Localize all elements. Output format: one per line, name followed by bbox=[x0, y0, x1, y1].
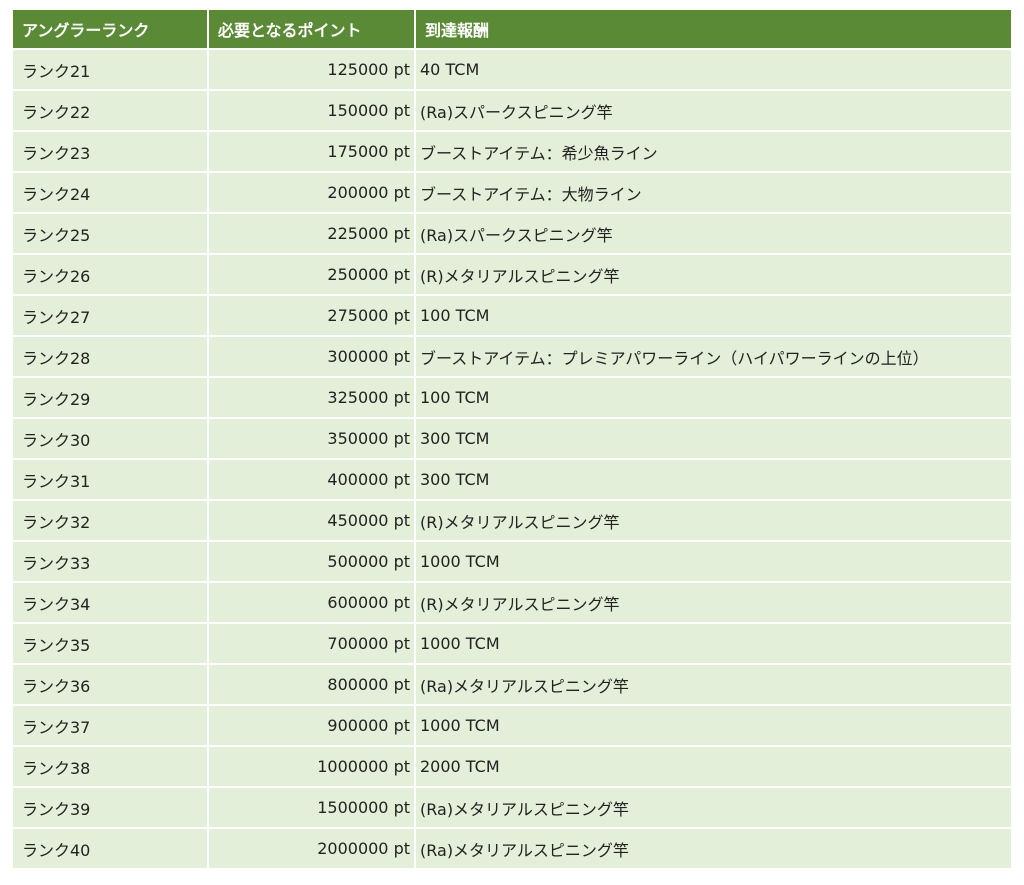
table-row: ランク34 600000 pt (R)メタリアルスピニング竿 bbox=[13, 581, 1011, 623]
points-cell: 400000 pt bbox=[208, 458, 416, 500]
rank-cell: ランク35 bbox=[13, 622, 209, 664]
reward-cell: 300 TCM bbox=[415, 417, 1011, 459]
rank-cell: ランク33 bbox=[13, 540, 209, 582]
rank-cell: ランク38 bbox=[13, 745, 209, 787]
points-cell: 1000000 pt bbox=[208, 745, 416, 787]
points-cell: 275000 pt bbox=[208, 294, 416, 336]
rank-cell: ランク30 bbox=[13, 417, 209, 459]
reward-cell: (R)メタリアルスピニング竿 bbox=[415, 581, 1011, 623]
points-cell: 500000 pt bbox=[208, 540, 416, 582]
points-cell: 200000 pt bbox=[208, 171, 416, 213]
header-rank: アングラーランク bbox=[13, 10, 209, 49]
reward-cell: (Ra)メタリアルスピニング竿 bbox=[415, 786, 1011, 828]
rank-cell: ランク34 bbox=[13, 581, 209, 623]
table-row: ランク24 200000 pt ブーストアイテム：大物ライン bbox=[13, 171, 1011, 213]
points-cell: 450000 pt bbox=[208, 499, 416, 541]
table-row: ランク29 325000 pt 100 TCM bbox=[13, 376, 1011, 418]
table-row: ランク38 1000000 pt 2000 TCM bbox=[13, 745, 1011, 787]
rank-cell: ランク27 bbox=[13, 294, 209, 336]
reward-cell: 100 TCM bbox=[415, 376, 1011, 418]
reward-cell: (Ra)メタリアルスピニング竿 bbox=[415, 663, 1011, 705]
rank-cell: ランク22 bbox=[13, 89, 209, 131]
reward-cell: ブーストアイテム：希少魚ライン bbox=[415, 130, 1011, 172]
reward-cell: 100 TCM bbox=[415, 294, 1011, 336]
header-points: 必要となるポイント bbox=[208, 10, 416, 49]
reward-cell: 40 TCM bbox=[415, 48, 1011, 90]
rank-reward-table: アングラーランク 必要となるポイント 到達報酬 ランク21 125000 pt … bbox=[13, 10, 1011, 868]
table-row: ランク25 225000 pt (Ra)スパークスピニング竿 bbox=[13, 212, 1011, 254]
rank-cell: ランク29 bbox=[13, 376, 209, 418]
table-row: ランク40 2000000 pt (Ra)メタリアルスピニング竿 bbox=[13, 827, 1011, 868]
reward-cell: 1000 TCM bbox=[415, 540, 1011, 582]
header-reward: 到達報酬 bbox=[415, 10, 1011, 49]
points-cell: 350000 pt bbox=[208, 417, 416, 459]
reward-cell: (Ra)メタリアルスピニング竿 bbox=[415, 827, 1011, 868]
points-cell: 300000 pt bbox=[208, 335, 416, 377]
rank-cell: ランク36 bbox=[13, 663, 209, 705]
table-row: ランク23 175000 pt ブーストアイテム：希少魚ライン bbox=[13, 130, 1011, 172]
rank-cell: ランク21 bbox=[13, 48, 209, 90]
reward-cell: 1000 TCM bbox=[415, 704, 1011, 746]
reward-cell: (Ra)スパークスピニング竿 bbox=[415, 89, 1011, 131]
table-row: ランク36 800000 pt (Ra)メタリアルスピニング竿 bbox=[13, 663, 1011, 705]
points-cell: 150000 pt bbox=[208, 89, 416, 131]
rank-cell: ランク32 bbox=[13, 499, 209, 541]
reward-cell: (R)メタリアルスピニング竿 bbox=[415, 499, 1011, 541]
reward-cell: 2000 TCM bbox=[415, 745, 1011, 787]
rank-cell: ランク23 bbox=[13, 130, 209, 172]
table-row: ランク32 450000 pt (R)メタリアルスピニング竿 bbox=[13, 499, 1011, 541]
table-row: ランク39 1500000 pt (Ra)メタリアルスピニング竿 bbox=[13, 786, 1011, 828]
reward-cell: 1000 TCM bbox=[415, 622, 1011, 664]
reward-cell: ブーストアイテム：大物ライン bbox=[415, 171, 1011, 213]
rank-cell: ランク26 bbox=[13, 253, 209, 295]
points-cell: 900000 pt bbox=[208, 704, 416, 746]
points-cell: 600000 pt bbox=[208, 581, 416, 623]
points-cell: 2000000 pt bbox=[208, 827, 416, 868]
table-row: ランク35 700000 pt 1000 TCM bbox=[13, 622, 1011, 664]
rank-reward-table-container: アングラーランク 必要となるポイント 到達報酬 ランク21 125000 pt … bbox=[13, 10, 1011, 868]
points-cell: 800000 pt bbox=[208, 663, 416, 705]
rank-cell: ランク25 bbox=[13, 212, 209, 254]
points-cell: 250000 pt bbox=[208, 253, 416, 295]
reward-cell: ブーストアイテム：プレミアパワーライン（ハイパワーラインの上位） bbox=[415, 335, 1011, 377]
table-row: ランク27 275000 pt 100 TCM bbox=[13, 294, 1011, 336]
rank-cell: ランク31 bbox=[13, 458, 209, 500]
reward-cell: 300 TCM bbox=[415, 458, 1011, 500]
points-cell: 225000 pt bbox=[208, 212, 416, 254]
reward-cell: (Ra)スパークスピニング竿 bbox=[415, 212, 1011, 254]
rank-cell: ランク24 bbox=[13, 171, 209, 213]
table-row: ランク30 350000 pt 300 TCM bbox=[13, 417, 1011, 459]
table-body: ランク21 125000 pt 40 TCM ランク22 150000 pt (… bbox=[13, 48, 1011, 868]
header-row: アングラーランク 必要となるポイント 到達報酬 bbox=[13, 10, 1011, 49]
rank-cell: ランク37 bbox=[13, 704, 209, 746]
table-row: ランク37 900000 pt 1000 TCM bbox=[13, 704, 1011, 746]
table-row: ランク22 150000 pt (Ra)スパークスピニング竿 bbox=[13, 89, 1011, 131]
reward-cell: (R)メタリアルスピニング竿 bbox=[415, 253, 1011, 295]
table-row: ランク31 400000 pt 300 TCM bbox=[13, 458, 1011, 500]
rank-cell: ランク39 bbox=[13, 786, 209, 828]
table-row: ランク26 250000 pt (R)メタリアルスピニング竿 bbox=[13, 253, 1011, 295]
points-cell: 125000 pt bbox=[208, 48, 416, 90]
rank-cell: ランク28 bbox=[13, 335, 209, 377]
rank-cell: ランク40 bbox=[13, 827, 209, 868]
points-cell: 1500000 pt bbox=[208, 786, 416, 828]
table-row: ランク33 500000 pt 1000 TCM bbox=[13, 540, 1011, 582]
points-cell: 325000 pt bbox=[208, 376, 416, 418]
table-row: ランク21 125000 pt 40 TCM bbox=[13, 48, 1011, 90]
table-header: アングラーランク 必要となるポイント 到達報酬 bbox=[13, 10, 1011, 49]
points-cell: 175000 pt bbox=[208, 130, 416, 172]
table-row: ランク28 300000 pt ブーストアイテム：プレミアパワーライン（ハイパワ… bbox=[13, 335, 1011, 377]
points-cell: 700000 pt bbox=[208, 622, 416, 664]
